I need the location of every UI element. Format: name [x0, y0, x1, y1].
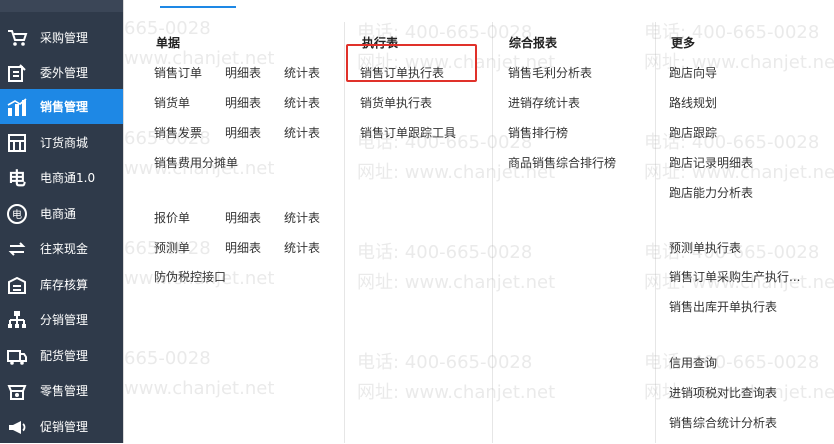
menu-link-store-visit-tracking[interactable]: 跑店跟踪 — [669, 124, 717, 141]
sidebar-item-label: 电商通 — [40, 207, 77, 221]
sidebar-item-store[interactable]: 订货商城 — [0, 125, 123, 160]
sidebar-item-sales[interactable]: 销售管理 — [0, 89, 123, 124]
sidebar-item-label: 委外管理 — [40, 66, 89, 80]
outsourcing-icon — [5, 61, 29, 85]
menu-link-invoice-detail[interactable]: 明细表 — [225, 124, 261, 141]
sidebar-item-outsourcing[interactable]: 委外管理 — [0, 55, 123, 90]
sidebar-item-cash[interactable]: 往来现金 — [0, 231, 123, 266]
sidebar-item-retail[interactable]: 零售管理 — [0, 373, 123, 408]
cash-exchange-icon — [5, 237, 29, 261]
sidebar-item-label: 零售管理 — [40, 384, 89, 398]
menu-link-quotation-detail[interactable]: 明细表 — [225, 209, 261, 226]
menu-link-sales-order-stats[interactable]: 统计表 — [284, 64, 320, 81]
menu-link-forecast[interactable]: 预测单 — [154, 239, 190, 256]
menu-link-route-planning[interactable]: 路线规划 — [669, 94, 717, 111]
active-tab-indicator — [160, 6, 236, 8]
ecommerce-e-icon: 电 — [8, 168, 26, 190]
watermark-text: 网址: www.chanjet.net — [357, 382, 556, 403]
purchase-cart-icon — [5, 26, 29, 50]
sidebar-item-label: 促销管理 — [40, 420, 89, 434]
store-icon — [5, 131, 29, 155]
menu-link-quotation[interactable]: 报价单 — [154, 209, 190, 226]
section-title-reports: 综合报表 — [509, 36, 558, 50]
menu-link-sales-invoice[interactable]: 销售发票 — [154, 124, 202, 141]
sidebar-item-label: 电商通1.0 — [40, 171, 96, 185]
section-title-more: 更多 — [671, 36, 696, 50]
sidebar-item-label: 分销管理 — [40, 313, 89, 327]
menu-link-order-purchase-production[interactable]: 销售订单采购生产执行... — [669, 268, 800, 285]
menu-link-forecast-stats[interactable]: 统计表 — [284, 239, 320, 256]
sidebar-item-ecommerce[interactable]: 电 电商通 — [0, 196, 123, 231]
promotion-icon — [5, 415, 29, 439]
menu-link-expense-allocation[interactable]: 销售费用分摊单 — [154, 154, 238, 171]
menu-link-sales-comprehensive-analysis[interactable]: 销售综合统计分析表 — [669, 414, 777, 431]
menu-link-quotation-stats[interactable]: 统计表 — [284, 209, 320, 226]
retail-icon — [5, 379, 29, 403]
sidebar-item-label: 销售管理 — [40, 100, 89, 114]
menu-link-delivery-stats[interactable]: 统计表 — [284, 94, 320, 111]
menu-link-delivery-detail[interactable]: 明细表 — [225, 94, 261, 111]
sidebar-item-inventory[interactable]: 库存核算 — [0, 267, 123, 302]
menu-link-store-visit-record-detail[interactable]: 跑店记录明细表 — [669, 154, 753, 171]
menu-link-gross-profit-analysis[interactable]: 销售毛利分析表 — [508, 64, 592, 81]
menu-link-store-visit-capability[interactable]: 跑店能力分析表 — [669, 184, 753, 201]
menu-link-sales-order[interactable]: 销售订单 — [154, 64, 202, 81]
distribution-icon — [5, 308, 29, 332]
sidebar-item-purchase[interactable]: 采购管理 — [0, 20, 123, 55]
sidebar-item-label: 往来现金 — [40, 242, 89, 256]
menu-link-invoice-stats[interactable]: 统计表 — [284, 124, 320, 141]
menu-link-store-visit-wizard[interactable]: 跑店向导 — [669, 64, 717, 81]
menu-link-product-sales-ranking[interactable]: 商品销售综合排行榜 — [508, 154, 616, 171]
menu-link-sales-ranking[interactable]: 销售排行榜 — [508, 124, 568, 141]
column-divider — [655, 22, 656, 443]
sidebar-item-label: 订货商城 — [40, 136, 89, 150]
sidebar-top-strip — [0, 0, 123, 12]
menu-link-sales-order-execution[interactable]: 销售订单执行表 — [360, 64, 444, 81]
ecommerce-circle-icon: 电 — [5, 202, 29, 226]
menu-link-psi-stats[interactable]: 进销存统计表 — [508, 94, 580, 111]
sidebar-item-allocation[interactable]: 配货管理 — [0, 338, 123, 373]
watermark-text: 电话: 400-665-0028 — [357, 352, 533, 373]
watermark-text: 665-0028 — [124, 348, 211, 369]
menu-link-credit-query[interactable]: 信用查询 — [669, 354, 717, 371]
watermark-text: 电话: 400-665-0028 — [357, 242, 533, 263]
menu-link-anti-counterfeit-tax[interactable]: 防伪税控接口 — [154, 268, 226, 285]
sidebar-item-promotion[interactable]: 促销管理 — [0, 409, 123, 444]
sales-chart-icon — [5, 95, 29, 119]
watermark-text: 网址: www.chanjet.net — [357, 272, 556, 293]
sales-menu-panel: 665-0028 电话: 400-665-0028 电话: 400-665-00… — [123, 0, 834, 443]
sidebar-item-label: 配货管理 — [40, 349, 89, 363]
menu-link-delivery-note[interactable]: 销货单 — [154, 94, 190, 111]
inventory-icon — [5, 273, 29, 297]
sidebar-item-label: 库存核算 — [40, 278, 89, 292]
watermark-text: www.chanjet.net — [124, 378, 275, 399]
allocation-icon — [5, 344, 29, 368]
section-title-documents: 单据 — [156, 36, 181, 50]
menu-link-tax-comparison-query[interactable]: 进销项税对比查询表 — [669, 384, 777, 401]
menu-link-forecast-execution[interactable]: 预测单执行表 — [669, 239, 741, 256]
sidebar-item-label: 采购管理 — [40, 31, 89, 45]
menu-link-forecast-detail[interactable]: 明细表 — [225, 239, 261, 256]
sidebar: 采购管理 委外管理 销售管理 订货商城 电 电商通1.0 电 电商通 往来现金 — [0, 0, 123, 443]
menu-link-delivery-execution[interactable]: 销货单执行表 — [360, 94, 432, 111]
sidebar-item-ecommerce-1[interactable]: 电 电商通1.0 — [0, 160, 123, 195]
column-divider — [344, 22, 345, 443]
svg-text:电: 电 — [12, 208, 22, 221]
menu-link-sales-order-tracking[interactable]: 销售订单跟踪工具 — [360, 124, 456, 141]
menu-link-sales-order-detail[interactable]: 明细表 — [225, 64, 261, 81]
menu-link-outbound-billing-execution[interactable]: 销售出库开单执行表 — [669, 298, 777, 315]
column-divider — [492, 22, 493, 443]
sidebar-item-distribution[interactable]: 分销管理 — [0, 302, 123, 337]
